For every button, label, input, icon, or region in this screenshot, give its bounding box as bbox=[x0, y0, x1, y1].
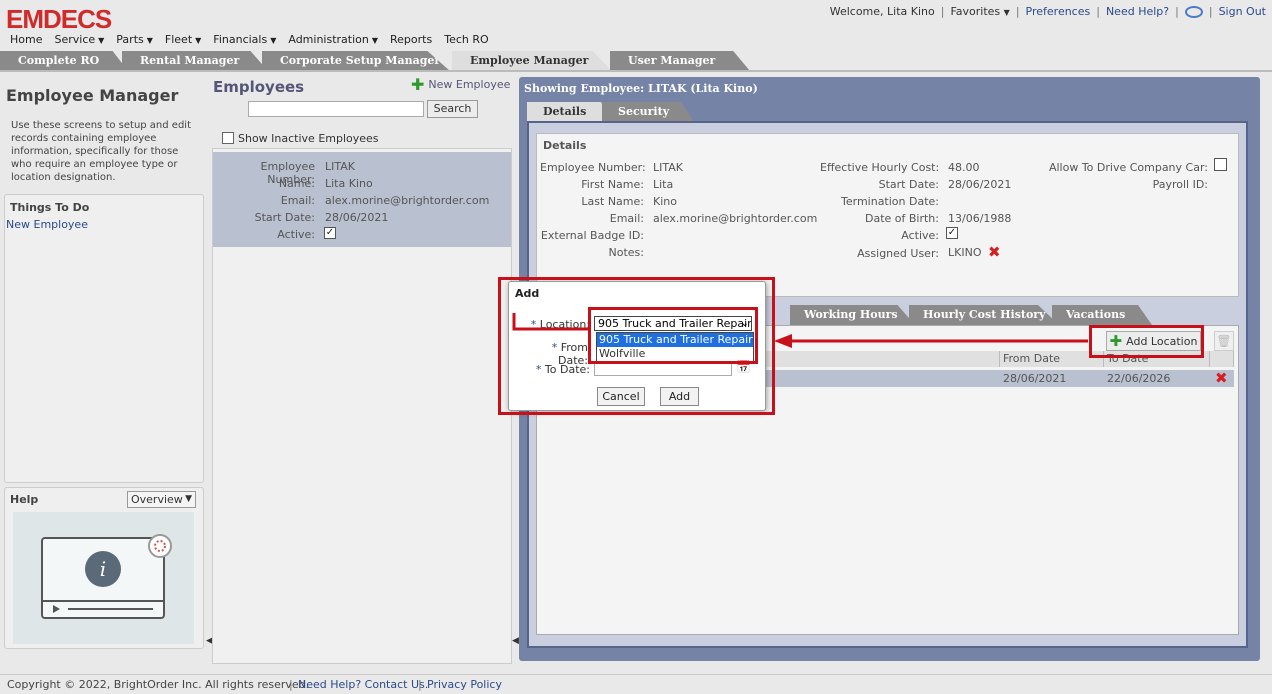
field-dob: 13/06/1988 bbox=[948, 212, 1012, 225]
row-to-date: 22/06/2026 bbox=[1107, 372, 1171, 385]
module-tabs: Complete RO Rental Manager Corporate Set… bbox=[0, 51, 1272, 71]
nav-home[interactable]: Home bbox=[10, 33, 42, 46]
details-heading: Details bbox=[543, 139, 587, 152]
privacy-policy-link[interactable]: Privacy Policy bbox=[427, 678, 502, 691]
things-to-do-panel bbox=[4, 194, 204, 483]
employees-title: Employees bbox=[213, 78, 305, 96]
favorites-menu[interactable]: Favorites ▼ bbox=[950, 5, 1009, 18]
nav-parts[interactable]: Parts ▼ bbox=[116, 33, 153, 46]
field-email: alex.morine@brightorder.com bbox=[653, 212, 818, 225]
plus-icon: ✚ bbox=[411, 74, 425, 94]
tab-rental-manager[interactable]: Rental Manager bbox=[122, 51, 268, 71]
contact-us-link[interactable]: Need Help? Contact Us. bbox=[298, 678, 428, 691]
field-emp-no: LITAK bbox=[653, 161, 683, 174]
field-first-name: Lita bbox=[653, 178, 674, 191]
sign-out-link[interactable]: Sign Out bbox=[1219, 5, 1266, 18]
tabs-divider bbox=[0, 70, 1272, 72]
tab-details[interactable]: Details bbox=[527, 102, 613, 122]
active-checkbox: ✓ bbox=[946, 227, 958, 239]
employee-search-input[interactable] bbox=[248, 101, 424, 117]
things-to-do-title: Things To Do bbox=[10, 201, 90, 214]
collapse-mid-icon[interactable]: ◀ bbox=[512, 636, 519, 646]
help-video-thumbnail[interactable]: i bbox=[13, 512, 194, 644]
tab-employee-manager[interactable]: Employee Manager bbox=[452, 51, 612, 71]
field-last-name: Kino bbox=[653, 195, 677, 208]
employee-card[interactable]: Employee Number: LITAK Name: Lita Kino E… bbox=[213, 152, 511, 247]
card-active-checkbox: ✓ bbox=[324, 227, 336, 239]
delete-row-icon[interactable]: ✖ bbox=[1215, 371, 1228, 386]
delete-icon[interactable]: 🗑 bbox=[1214, 331, 1234, 351]
video-info-icon: i bbox=[41, 534, 172, 619]
nav-financials[interactable]: Financials ▼ bbox=[213, 33, 276, 46]
row-from-date: 28/06/2021 bbox=[1003, 372, 1067, 385]
company-car-checkbox bbox=[1214, 158, 1227, 171]
help-topic-select[interactable]: Overview ▼ bbox=[127, 491, 196, 508]
tab-security[interactable]: Security bbox=[602, 102, 694, 122]
top-right-links: Welcome, Lita Kino | Favorites ▼ | Prefe… bbox=[829, 5, 1266, 18]
nav-tech-ro[interactable]: Tech RO bbox=[444, 33, 488, 46]
svg-text:i: i bbox=[100, 557, 106, 581]
nav-reports[interactable]: Reports bbox=[390, 33, 432, 46]
nav-fleet[interactable]: Fleet ▼ bbox=[165, 33, 201, 46]
page-title: Employee Manager bbox=[6, 86, 179, 105]
page-description: Use these screens to setup and edit reco… bbox=[11, 120, 191, 183]
new-employee-button[interactable]: ✚ New Employee bbox=[411, 74, 510, 94]
copyright: Copyright © 2022, BrightOrder Inc. All r… bbox=[7, 678, 310, 691]
emdecs-logo[interactable]: EMDECS bbox=[6, 4, 112, 35]
detail-title: Showing Employee: LITAK (Lita Kino) bbox=[524, 82, 758, 95]
annotation-arrows bbox=[512, 313, 1088, 348]
footer: Copyright © 2022, BrightOrder Inc. All r… bbox=[0, 674, 1272, 694]
chat-icon[interactable] bbox=[1184, 5, 1203, 18]
card-email: alex.morine@brightorder.com bbox=[325, 194, 490, 207]
help-title: Help bbox=[10, 493, 39, 506]
field-hourly-cost: 48.00 bbox=[948, 161, 980, 174]
field-start-date: 28/06/2021 bbox=[948, 178, 1012, 191]
show-inactive-checkbox[interactable] bbox=[222, 132, 234, 144]
need-help-link[interactable]: Need Help? bbox=[1106, 5, 1169, 18]
welcome-text: Welcome, Lita Kino bbox=[829, 5, 935, 18]
remove-user-icon[interactable]: ✖ bbox=[988, 245, 1001, 260]
nav-service[interactable]: Service ▼ bbox=[54, 33, 104, 46]
tab-corporate-setup[interactable]: Corporate Setup Manager bbox=[262, 51, 450, 71]
show-inactive-label: Show Inactive Employees bbox=[238, 132, 379, 145]
search-button[interactable]: Search bbox=[427, 100, 478, 118]
tab-complete-ro[interactable]: Complete RO bbox=[0, 51, 128, 71]
new-employee-link[interactable]: New Employee bbox=[6, 218, 88, 231]
nav-administration[interactable]: Administration ▼ bbox=[288, 33, 378, 46]
card-start: 28/06/2021 bbox=[325, 211, 389, 224]
tab-user-manager[interactable]: User Manager bbox=[610, 51, 750, 71]
card-number: LITAK bbox=[325, 160, 355, 173]
preferences-link[interactable]: Preferences bbox=[1026, 5, 1091, 18]
card-name: Lita Kino bbox=[325, 177, 373, 190]
main-nav: Home Service ▼ Parts ▼ Fleet ▼ Financials ▼ … bbox=[10, 33, 489, 46]
field-assigned-user: LKINO bbox=[948, 246, 982, 259]
